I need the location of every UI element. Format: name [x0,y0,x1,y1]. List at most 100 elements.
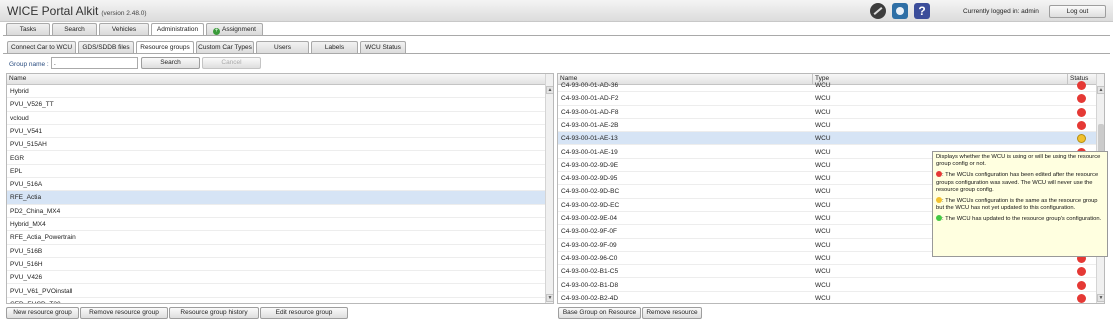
table-row[interactable]: vcloud [7,112,545,125]
table-row[interactable]: PVU_V526_TT [7,98,545,112]
group-name-cell: RFE_Actia [10,194,42,202]
wcu-name-cell: C4-93-00-02-B1-D8 [561,281,619,289]
scroll-down-icon[interactable]: ▼ [1097,294,1104,302]
table-row[interactable]: C4-93-00-02-B1-D8 WCU [558,279,1096,292]
column-header-name[interactable]: Name [7,74,545,85]
table-row[interactable]: PVU_V426 [7,271,545,285]
wcu-name-cell: C4-93-00-02-B2-4D [561,294,619,302]
table-row[interactable]: C4-93-00-02-B2-4D WCU [558,292,1096,303]
group-name-cell: EGR [10,154,25,162]
red-status-icon [1077,120,1086,130]
wcu-name-cell: C4-93-00-02-9D-EC [561,201,620,209]
group-name-cell: PVU_V526_TT [10,101,54,109]
subtab-gds-sddb[interactable]: GDS/SDDB files [78,41,134,53]
table-row[interactable]: Hybrid_MX4 [7,218,545,232]
remove-resource-group-button[interactable]: Remove resource group [80,307,168,319]
app-title: WICE Portal Alkit (version 2.48.0) [7,4,147,18]
search-button[interactable]: Search [141,57,200,69]
wcu-name-cell: C4-93-00-02-B1-C5 [561,268,619,276]
wcu-name-cell: C4-93-00-02-9F-0F [561,228,617,236]
table-row[interactable]: PVU_516A [7,178,545,192]
group-name-cell: EPL [10,167,23,175]
red-status-icon [1077,293,1086,303]
subtab-connect-car[interactable]: Connect Car to WCU [7,41,76,53]
scroll-up-icon[interactable]: ▲ [546,86,553,94]
tab-tasks[interactable]: Tasks [6,23,50,35]
type-cell: WCU [815,175,831,183]
wcu-name-cell: C4-93-00-02-9F-09 [561,241,617,249]
red-status-icon [1077,280,1086,290]
wcu-name-cell: C4-93-00-02-9D-BC [561,188,620,196]
left-scrollbar[interactable]: ▲ ▼ [545,74,553,303]
table-row[interactable]: PVU_515AH [7,138,545,152]
table-row[interactable]: C4-93-00-02-B1-C5 WCU [558,265,1096,279]
type-cell: WCU [815,121,831,129]
scroll-up-icon[interactable]: ▲ [1097,86,1104,94]
type-cell: WCU [815,281,831,289]
table-row[interactable]: C4-93-00-01-AD-F2 WCU [558,92,1096,106]
wcu-name-cell: C4-93-00-02-9D-9E [561,161,619,169]
table-row[interactable]: RFE_Actia [7,191,545,205]
table-row[interactable]: Hybrid [7,85,545,99]
logged-in-label: Currently logged in: admin [963,8,1039,15]
group-name-input[interactable] [51,57,138,69]
wcu-name-cell: C4-93-00-01-AE-13 [561,135,618,143]
table-row[interactable]: PVU_516H [7,258,545,272]
cancel-button[interactable]: Cancel [202,57,261,69]
group-name-cell: PVU_V541 [10,127,43,135]
edit-resource-group-button[interactable]: Edit resource group [260,307,348,319]
table-row[interactable]: C4-93-00-01-AD-36 WCU [558,79,1096,93]
subtab-labels[interactable]: Labels [311,41,358,53]
tab-vehicles[interactable]: Vehicles [99,23,149,35]
status-tooltip: Displays whether the WCU is using or wil… [932,151,1108,257]
type-cell: WCU [815,241,831,249]
wcu-name-cell: C4-93-00-02-96-C0 [561,254,618,262]
group-name-cell: Hybrid [10,88,29,95]
app-version: (version 2.48.0) [101,10,147,17]
logout-button[interactable]: Log out [1049,5,1106,18]
group-name-cell: PVU_V426 [10,274,43,282]
type-cell: WCU [815,108,831,116]
table-row[interactable]: EGR [7,152,545,165]
table-row[interactable]: C4-93-00-01-AE-13 WCU [558,132,1096,146]
scroll-down-icon[interactable]: ▼ [546,294,553,302]
app-header: WICE Portal Alkit (version 2.48.0) ? Curr… [0,0,1113,22]
red-status-icon [1077,94,1086,104]
tooltip-green-text: : The WCU has updated to the resource gr… [942,216,1102,223]
wcu-name-cell: C4-93-00-01-AD-F2 [561,95,619,103]
tooltip-intro: Displays whether the WCU is using or wil… [936,154,1101,168]
table-row[interactable]: PVU_516B [7,245,545,258]
table-row[interactable]: EPL [7,165,545,179]
group-name-cell: CED_EUCD_T20 [10,298,61,303]
resource-group-history-button[interactable]: Resource group history [169,307,259,319]
tab-assignment[interactable]: + Assignment [206,23,263,35]
new-resource-group-button[interactable]: New resource group [6,307,79,319]
tab-search[interactable]: Search [52,23,97,35]
subtab-custom-car-types[interactable]: Custom Car Types [196,41,254,53]
wcu-name-cell: C4-93-00-02-9E-04 [561,215,618,222]
group-name-cell: PVU_V61_PVOinstall [10,287,73,295]
subtab-users[interactable]: Users [256,41,309,53]
type-cell: WCU [815,215,831,222]
red-status-icon [1077,81,1086,90]
table-row[interactable]: PVU_V61_PVOinstall [7,285,545,298]
table-row[interactable]: PVU_V541 [7,125,545,139]
subtab-wcu-status[interactable]: WCU Status [360,41,406,53]
type-cell: WCU [815,201,831,209]
wcu-name-cell: C4-93-00-02-9D-95 [561,175,618,183]
base-group-on-resource-button[interactable]: Base Group on Resource [558,307,641,319]
help-icon[interactable]: ? [914,3,930,19]
table-row[interactable]: RFE_Actia_Powertrain [7,231,545,245]
tooltip-red-text: : The WCUs configuration has been edited… [936,172,1099,193]
database-icon[interactable] [892,3,908,19]
type-cell: WCU [815,228,831,236]
table-row[interactable]: CED_EUCD_T20 [7,298,545,303]
type-cell: WCU [815,268,831,276]
table-row[interactable]: C4-93-00-01-AE-2B WCU [558,119,1096,133]
table-row[interactable]: C4-93-00-01-AD-F8 WCU [558,106,1096,119]
remove-resource-button[interactable]: Remove resource [642,307,702,319]
type-cell: WCU [815,294,831,302]
type-cell: WCU [815,95,831,103]
table-row[interactable]: PD2_China_MX4 [7,205,545,218]
globe-icon[interactable] [870,3,886,19]
